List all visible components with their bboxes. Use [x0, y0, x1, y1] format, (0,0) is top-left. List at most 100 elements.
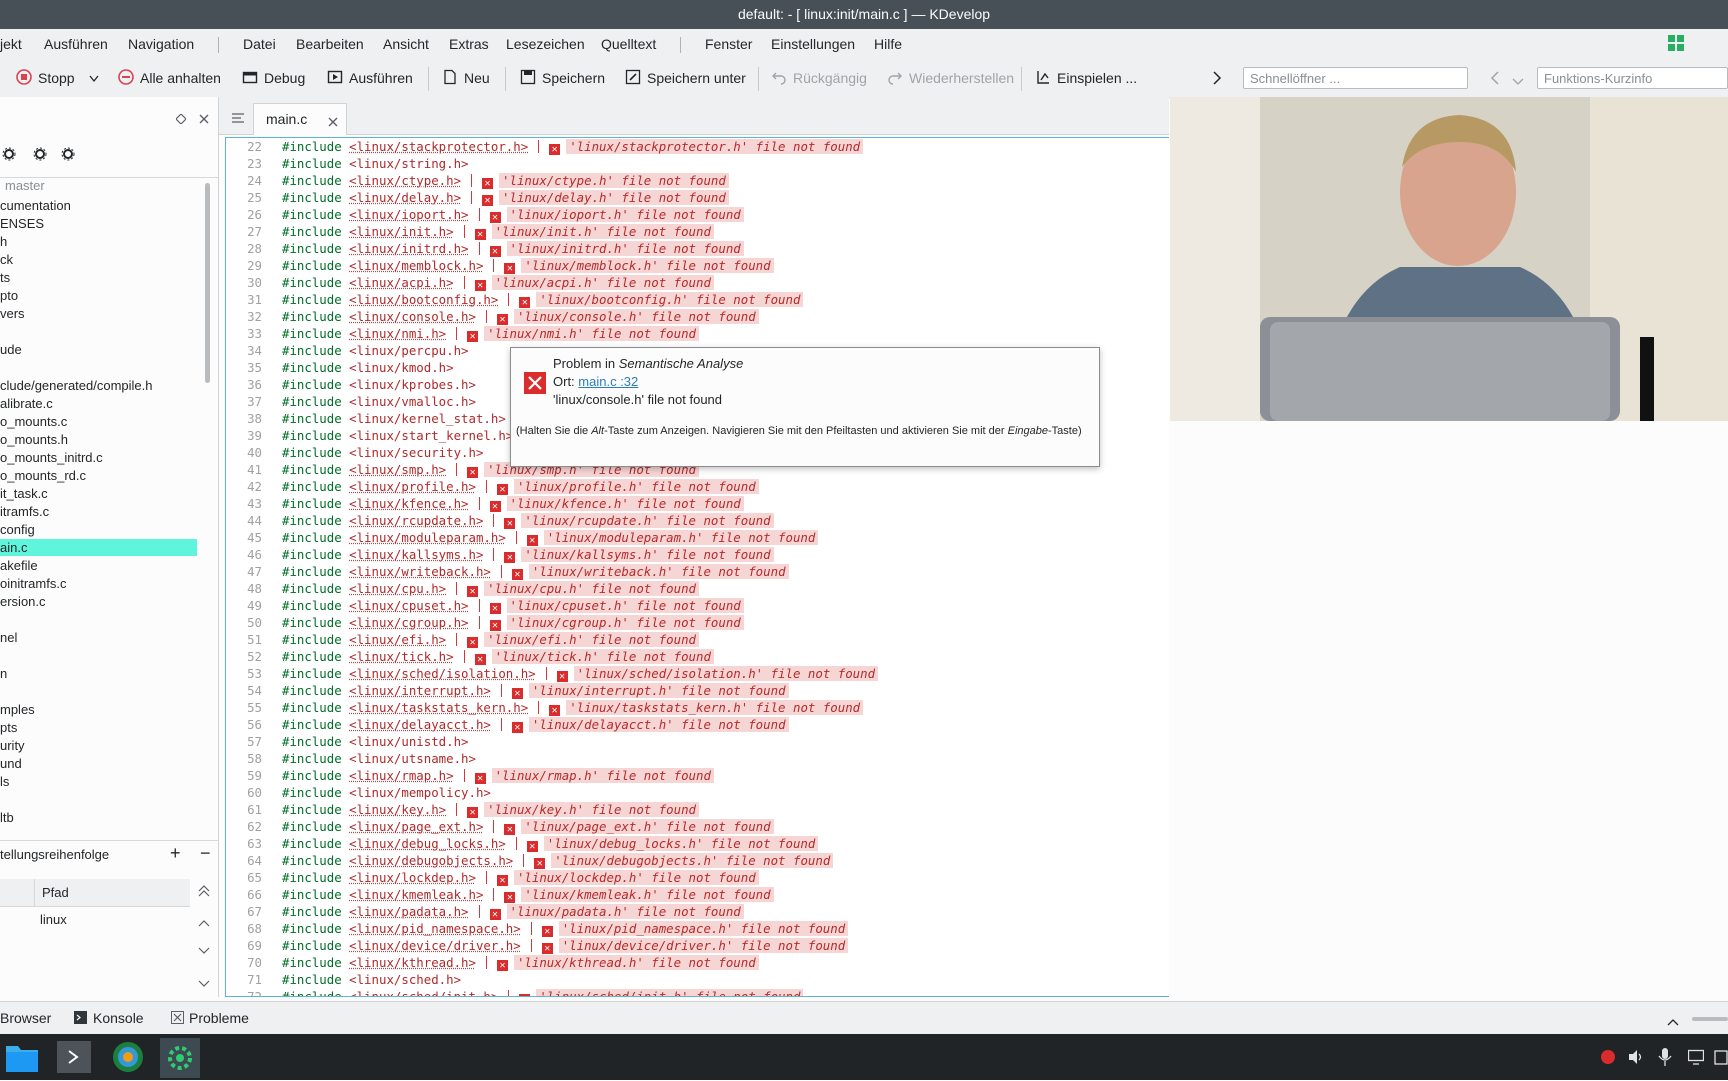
inline-error-message[interactable]: 'linux/rcupdate.h' file not found [521, 513, 774, 528]
run-button[interactable]: Ausführen [327, 59, 413, 97]
code-line[interactable]: 61 #include <linux/key.h> ✕ 'linux/key.h' f… [226, 801, 1166, 818]
code-line[interactable]: 24 #include <linux/ctype.h> ✕ 'linux/ctype.… [226, 172, 1166, 189]
code-line[interactable]: 28 #include <linux/initrd.h> ✕ 'linux/initr… [226, 240, 1166, 257]
include-path[interactable]: <linux/rcupdate.h> [349, 513, 483, 528]
code-line[interactable]: 68 #include <linux/pid_namespace.h> ✕ 'linu… [226, 920, 1166, 937]
kdevelop-task[interactable] [160, 1038, 200, 1078]
inline-error-message[interactable]: 'linux/kfence.h' file not found [506, 496, 744, 511]
tree-item[interactable] [0, 683, 197, 700]
code-line[interactable]: 67 #include <linux/padata.h> ✕ 'linux/padat… [226, 903, 1166, 920]
inline-error-message[interactable]: 'linux/moduleparam.h' file not found [543, 530, 819, 545]
tree-item[interactable]: ersion.c [0, 593, 197, 610]
tree-item[interactable]: o_mounts.h [0, 431, 197, 448]
stop-all-button[interactable]: Alle anhalten [118, 59, 221, 97]
tree-item[interactable]: pts [0, 719, 197, 736]
include-path[interactable]: <linux/pid_namespace.h> [349, 921, 521, 936]
inline-error-message[interactable]: 'linux/profile.h' file not found [513, 479, 759, 494]
code-line[interactable]: 23 #include <linux/string.h> [226, 155, 1166, 172]
code-editor[interactable]: 22 #include <linux/stackprotector.h> ✕'lin… [225, 137, 1169, 997]
tree-item[interactable]: cumentation [0, 197, 197, 214]
code-line[interactable]: 22 #include <linux/stackprotector.h> ✕ 'lin… [226, 138, 1166, 155]
code-line[interactable]: 62 #include <linux/page_ext.h> ✕ 'linux/pag… [226, 818, 1166, 835]
move-down-icon[interactable] [198, 942, 210, 958]
tree-item[interactable]: n [0, 665, 197, 682]
code-line[interactable]: 33 #include <linux/nmi.h> ✕ 'linux/nmi.h' f… [226, 325, 1166, 342]
stop-button[interactable]: Stopp [16, 59, 99, 97]
include-path[interactable]: <linux/writeback.h> [349, 564, 491, 579]
include-path[interactable]: <linux/taskstats_kern.h> [349, 700, 528, 715]
menu-navigation[interactable]: Navigation [128, 36, 194, 52]
include-path[interactable]: <linux/delay.h> [349, 190, 461, 205]
menu-fenster[interactable]: Fenster [705, 36, 752, 52]
tree-item[interactable]: ls [0, 773, 197, 790]
include-path[interactable]: <linux/mempolicy.h> [349, 785, 491, 800]
tree-item[interactable]: ltb [0, 809, 197, 826]
tree-item[interactable]: mples [0, 701, 197, 718]
code-line[interactable]: 69 #include <linux/device/driver.h> ✕ 'linu… [226, 937, 1166, 954]
tree-item[interactable]: o_mounts.c [0, 413, 197, 430]
inline-error-message[interactable]: 'linux/acpi.h' file not found [491, 275, 714, 290]
tree-item[interactable]: h [0, 233, 197, 250]
inline-error-message[interactable]: 'linux/cpu.h' file not found [484, 581, 699, 596]
code-line[interactable]: 53 #include <linux/sched/isolation.h> ✕ 'li… [226, 665, 1166, 682]
include-path[interactable]: <linux/interrupt.h> [349, 683, 491, 698]
code-line[interactable]: 32 #include <linux/console.h> ✕ 'linux/cons… [226, 308, 1166, 325]
code-line[interactable]: 46 #include <linux/kallsyms.h> ✕ 'linux/kal… [226, 546, 1166, 563]
tree-item[interactable]: pto [0, 287, 197, 304]
table-row[interactable]: linux [40, 912, 67, 927]
inline-error-message[interactable]: 'linux/delayacct.h' file not found [528, 717, 789, 732]
save-button[interactable]: Speichern [520, 59, 605, 97]
inline-error-message[interactable]: 'linux/initrd.h' file not found [506, 241, 744, 256]
apply-button[interactable]: Einspielen ... [1035, 59, 1137, 97]
tree-item[interactable] [0, 323, 197, 340]
display-icon[interactable] [1687, 1049, 1705, 1068]
tree-item[interactable]: urity [0, 737, 197, 754]
inline-error-message[interactable]: 'linux/lockdep.h' file not found [513, 870, 759, 885]
include-path[interactable]: <linux/nmi.h> [349, 326, 446, 341]
include-path[interactable]: <linux/string.h> [349, 156, 468, 171]
volume-icon[interactable] [1628, 1049, 1644, 1068]
tree-item[interactable]: oinitramfs.c [0, 575, 197, 592]
tree-item[interactable]: itramfs.c [0, 503, 197, 520]
menu-bearbeiten[interactable]: Bearbeiten [296, 36, 364, 52]
tree-item[interactable] [0, 647, 197, 664]
tree-item[interactable] [0, 359, 197, 376]
inline-error-message[interactable]: 'linux/kallsyms.h' file not found [521, 547, 774, 562]
include-path[interactable]: <linux/page_ext.h> [349, 819, 483, 834]
include-path[interactable]: <linux/profile.h> [349, 479, 476, 494]
terminal-icon[interactable] [57, 1041, 91, 1073]
code-line[interactable]: 58 #include <linux/utsname.h> [226, 750, 1166, 767]
inline-error-message[interactable]: 'linux/writeback.h' file not found [528, 564, 789, 579]
code-line[interactable]: 70 #include <linux/kthread.h> ✕ 'linux/kthr… [226, 954, 1166, 971]
include-path[interactable]: <linux/ctype.h> [349, 173, 461, 188]
include-path[interactable]: <linux/kmod.h> [349, 360, 453, 375]
code-line[interactable]: 44 #include <linux/rcupdate.h> ✕ 'linux/rcu… [226, 512, 1166, 529]
include-path[interactable]: <linux/rmap.h> [349, 768, 453, 783]
code-line[interactable]: 42 #include <linux/profile.h> ✕ 'linux/prof… [226, 478, 1166, 495]
menu-hilfe[interactable]: Hilfe [874, 36, 902, 52]
code-line[interactable]: 25 #include <linux/delay.h> ✕ 'linux/delay.… [226, 189, 1166, 206]
menu-datei[interactable]: Datei [243, 36, 276, 52]
include-path[interactable]: <linux/percpu.h> [349, 343, 468, 358]
inline-error-message[interactable]: 'linux/taskstats_kern.h' file not found [566, 700, 864, 715]
tree-item[interactable] [0, 611, 197, 628]
code-line[interactable]: 64 #include <linux/debugobjects.h> ✕ 'linux… [226, 852, 1166, 869]
inline-error-message[interactable]: 'linux/cgroup.h' file not found [506, 615, 744, 630]
code-line[interactable]: 48 #include <linux/cpu.h> ✕ 'linux/cpu.h' f… [226, 580, 1166, 597]
gear-icon[interactable] [61, 147, 75, 164]
code-line[interactable]: 55 #include <linux/taskstats_kern.h> ✕ 'lin… [226, 699, 1166, 716]
include-path[interactable]: <linux/memblock.h> [349, 258, 483, 273]
tree-item[interactable]: und [0, 755, 197, 772]
include-path[interactable]: <linux/lockdep.h> [349, 870, 476, 885]
inline-error-message[interactable]: 'linux/console.h' file not found [513, 309, 759, 324]
code-line[interactable]: 52 #include <linux/tick.h> ✕ 'linux/tick.h'… [226, 648, 1166, 665]
include-path[interactable]: <linux/unistd.h> [349, 734, 468, 749]
include-path[interactable]: <linux/security.h> [349, 445, 483, 460]
undo-button[interactable]: Rückgängig [771, 59, 867, 97]
inline-error-message[interactable]: 'linux/pid_namespace.h' file not found [558, 921, 849, 936]
include-path[interactable]: <linux/cpuset.h> [349, 598, 468, 613]
move-up-icon[interactable] [198, 914, 210, 930]
inline-error-message[interactable]: 'linux/debugobjects.h' file not found [551, 853, 834, 868]
quickopen-input[interactable]: Schnellöffner ... [1243, 67, 1468, 89]
code-line[interactable]: 27 #include <linux/init.h> ✕ 'linux/init.h'… [226, 223, 1166, 240]
